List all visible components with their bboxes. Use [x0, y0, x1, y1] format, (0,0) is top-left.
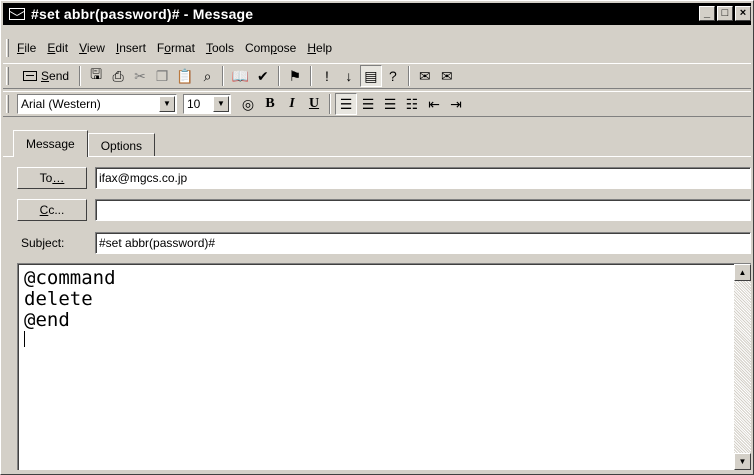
- bullets-icon[interactable]: ☷: [401, 93, 423, 115]
- send-icon: [23, 71, 37, 81]
- subject-label: Subject:: [21, 236, 65, 250]
- align-left-icon[interactable]: ☰: [335, 93, 357, 115]
- menu-compose[interactable]: Compose: [245, 41, 296, 55]
- high-importance-icon[interactable]: !: [316, 65, 338, 87]
- toolbar-grip[interactable]: [6, 95, 9, 113]
- tab-divider: [3, 156, 751, 157]
- menu-help[interactable]: Help: [307, 41, 332, 55]
- toolbar-separator: [407, 66, 410, 86]
- minimize-button[interactable]: _: [699, 6, 715, 21]
- toolbar-separator: [329, 94, 331, 114]
- paste-icon[interactable]: 📋: [173, 65, 196, 87]
- send-button[interactable]: Send: [17, 65, 75, 87]
- align-center-icon[interactable]: ☰: [357, 93, 379, 115]
- message-window: #set abbr(password)# - Message _ □ × Fil…: [0, 0, 754, 475]
- envelope-arrow-icon[interactable]: ✉: [436, 65, 458, 87]
- align-right-icon[interactable]: ☰: [379, 93, 401, 115]
- check-names-icon[interactable]: ✔: [252, 65, 274, 87]
- toolbar-grip[interactable]: [6, 67, 9, 85]
- cut-icon[interactable]: ✂: [129, 65, 151, 87]
- menu-edit[interactable]: Edit: [47, 41, 68, 55]
- vertical-scrollbar[interactable]: ▲ ▼: [734, 264, 751, 470]
- attach-icon[interactable]: ⌕: [196, 65, 218, 87]
- toolbar-separator: [277, 66, 280, 86]
- to-field[interactable]: ifax@mgcs.co.jp: [95, 167, 751, 189]
- font-select[interactable]: Arial (Western) ▼: [17, 94, 177, 114]
- window-title: #set abbr(password)# - Message: [31, 6, 254, 22]
- decrease-indent-icon[interactable]: ⇤: [423, 93, 445, 115]
- save-icon[interactable]: 🖫: [85, 65, 107, 87]
- cc-button[interactable]: Cc...: [17, 199, 87, 221]
- menu-format[interactable]: Format: [157, 41, 195, 55]
- window-controls: _ □ ×: [699, 6, 751, 21]
- menu-view[interactable]: View: [79, 41, 105, 55]
- address-book-icon[interactable]: 📖: [228, 65, 251, 87]
- dropdown-arrow-icon[interactable]: ▼: [159, 96, 175, 112]
- subject-row: Subject: #set abbr(password)#: [17, 231, 751, 255]
- tab-message[interactable]: Message: [13, 130, 88, 157]
- toolbar-separator: [222, 66, 225, 86]
- tab-options[interactable]: Options: [87, 133, 156, 157]
- standard-toolbar: Send 🖫 ⎙ ✂ ❐ 📋 ⌕ 📖 ✔ ⚑ ! ↓ ▤ ? ✉ ✉: [3, 63, 751, 89]
- menu-insert[interactable]: Insert: [116, 41, 146, 55]
- menu-bar: File Edit View Insert Format Tools Compo…: [3, 37, 751, 59]
- font-select-value: Arial (Western): [21, 97, 101, 111]
- menu-grip[interactable]: [6, 39, 9, 57]
- print-icon[interactable]: ⎙: [107, 65, 129, 87]
- help-icon[interactable]: ?: [382, 65, 404, 87]
- flag-icon[interactable]: ⚑: [284, 65, 306, 87]
- tab-strip: Message Options: [13, 130, 156, 157]
- font-size-select[interactable]: 10 ▼: [183, 94, 231, 114]
- copy-icon[interactable]: ❐: [151, 65, 173, 87]
- dropdown-arrow-icon[interactable]: ▼: [213, 96, 229, 112]
- increase-indent-icon[interactable]: ⇥: [445, 93, 467, 115]
- scroll-down-icon[interactable]: ▼: [734, 453, 751, 470]
- menu-file[interactable]: File: [17, 41, 36, 55]
- cc-field[interactable]: [95, 199, 751, 221]
- message-body[interactable]: @command delete @end ▲ ▼: [17, 263, 751, 470]
- title-bar[interactable]: #set abbr(password)# - Message _ □ ×: [3, 3, 751, 25]
- to-row: To… ifax@mgcs.co.jp: [17, 166, 751, 190]
- text-caret: [24, 331, 25, 347]
- envelope-icon: [9, 8, 25, 20]
- envelope-small-icon[interactable]: ✉: [414, 65, 436, 87]
- toolbar-separator: [309, 66, 312, 86]
- subject-field[interactable]: #set abbr(password)#: [95, 232, 751, 254]
- underline-button[interactable]: U: [303, 93, 325, 115]
- message-body-text: @command delete @end: [24, 267, 116, 331]
- toolbar-separator: [79, 66, 82, 86]
- font-size-value: 10: [187, 97, 201, 111]
- menu-tools[interactable]: Tools: [206, 41, 234, 55]
- color-icon[interactable]: ◎: [237, 93, 259, 115]
- cc-row: Cc...: [17, 198, 751, 222]
- scroll-up-icon[interactable]: ▲: [734, 264, 751, 281]
- options-icon[interactable]: ▤: [359, 65, 382, 87]
- formatting-toolbar: Arial (Western) ▼ 10 ▼ ◎ B I U ☰ ☰ ☰ ☷ ⇤…: [3, 91, 751, 117]
- to-button[interactable]: To…: [17, 167, 87, 189]
- italic-button[interactable]: I: [281, 93, 303, 115]
- bold-button[interactable]: B: [259, 93, 281, 115]
- close-button[interactable]: ×: [735, 6, 751, 21]
- low-importance-icon[interactable]: ↓: [338, 65, 360, 87]
- maximize-button[interactable]: □: [717, 6, 733, 21]
